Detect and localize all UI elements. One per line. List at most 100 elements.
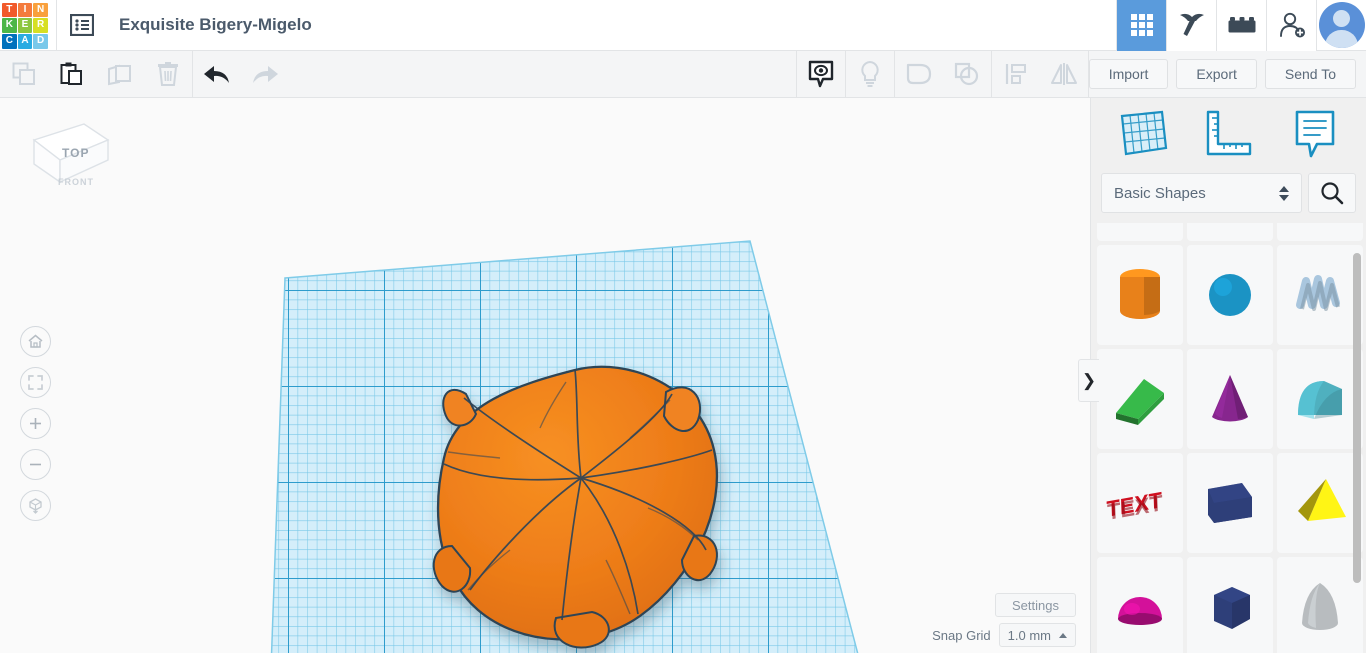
settings-button[interactable]: Settings: [995, 593, 1076, 617]
user-avatar-button[interactable]: [1316, 0, 1366, 51]
box-shape[interactable]: [1187, 453, 1273, 553]
pyramid-shape-glyph: [1284, 467, 1356, 539]
sphere-shape-glyph: [1194, 259, 1266, 331]
roof-shape-glyph: [1104, 363, 1176, 435]
shape-category-label: Basic Shapes: [1114, 185, 1206, 202]
snap-grid-value: 1.0 mm: [1008, 628, 1051, 643]
mirror-button[interactable]: [1040, 51, 1088, 98]
snap-grid-row: Snap Grid 1.0 mm: [932, 623, 1076, 647]
text-shape-glyph: TEXT TEXT: [1104, 467, 1176, 539]
shape-category-row: Basic Shapes: [1091, 170, 1366, 216]
lightbulb-icon: [857, 59, 883, 89]
copy-button[interactable]: [0, 51, 48, 98]
cylinder-shape[interactable]: [1097, 245, 1183, 345]
paraboloid-shape-glyph: [1284, 571, 1356, 643]
mirror-flip-icon: [1049, 61, 1079, 87]
light-button[interactable]: [846, 51, 894, 98]
view-tools: [797, 51, 1088, 98]
logo-letter-e: E: [18, 18, 33, 33]
file-actions: Import Export Send To: [1089, 59, 1366, 89]
chevron-updown-icon: [1279, 186, 1289, 201]
cone-shape-glyph: [1194, 363, 1266, 435]
workplane-grid-icon: [1114, 108, 1170, 160]
half-sphere-shape[interactable]: [1097, 557, 1183, 653]
minecraft-button[interactable]: [1166, 0, 1216, 51]
roof-shape[interactable]: [1097, 349, 1183, 449]
zoom-out-button[interactable]: [20, 449, 51, 480]
collapse-panel-button[interactable]: ❯: [1078, 359, 1099, 402]
cylinder-shape-glyph: [1104, 259, 1176, 331]
paraboloid-shape[interactable]: [1277, 557, 1363, 653]
home-view-button[interactable]: [20, 326, 51, 357]
shapes-scroll-area[interactable]: TEXT TEXT: [1091, 223, 1366, 653]
ungroup-shapes-icon: [953, 61, 981, 87]
delete-button[interactable]: [144, 51, 192, 98]
cone-shape[interactable]: [1187, 349, 1273, 449]
dish-gray-shape[interactable]: [1187, 223, 1273, 241]
wedge-gray-shape[interactable]: [1097, 223, 1183, 241]
box-shape-glyph: [1194, 467, 1266, 539]
notes-tool[interactable]: [1284, 103, 1346, 165]
shapes-scrollbar[interactable]: [1353, 253, 1361, 583]
ungroup-button[interactable]: [943, 51, 991, 98]
half-sphere-shape-glyph: [1104, 571, 1176, 643]
trash-icon: [156, 61, 180, 87]
logo-letter-a: A: [18, 34, 33, 49]
redo-arrow-icon: [249, 61, 281, 87]
export-button[interactable]: Export: [1176, 59, 1256, 89]
tinkercad-logo[interactable]: TINKERCAD: [2, 3, 48, 49]
redo-button[interactable]: [241, 51, 289, 98]
page-title: Exquisite Bigery-Migelo: [119, 15, 312, 35]
view-cube-top-label: TOP: [62, 146, 89, 160]
align-icon: [1003, 61, 1029, 87]
send-to-button[interactable]: Send To: [1265, 59, 1356, 89]
grid-icon: [1129, 12, 1155, 38]
pyramid-shape[interactable]: [1277, 453, 1363, 553]
paste-button[interactable]: [48, 51, 96, 98]
show-hide-button[interactable]: [797, 51, 845, 98]
gallery-grid-button[interactable]: [1116, 0, 1166, 51]
view-navigation-controls: [20, 326, 51, 521]
cube-arrow-icon: [27, 497, 44, 514]
group-shapes-icon: [905, 61, 933, 87]
wedge-gray-shape-glyph: [1104, 223, 1176, 227]
shape-search-button[interactable]: [1308, 173, 1356, 213]
logo-letter-r: R: [33, 18, 48, 33]
red-wedge-shape-glyph: [1284, 223, 1356, 227]
polygon-shape[interactable]: [1187, 557, 1273, 653]
scribble-shape-glyph: [1284, 259, 1356, 331]
sphere-shape[interactable]: [1187, 245, 1273, 345]
shapes-grid: TEXT TEXT: [1091, 223, 1366, 653]
text-shape[interactable]: TEXT TEXT: [1097, 453, 1183, 553]
panel-tool-tabs: [1091, 98, 1366, 170]
half-cylinder-shape[interactable]: [1277, 349, 1363, 449]
scribble-shape[interactable]: [1277, 245, 1363, 345]
red-wedge-shape[interactable]: [1277, 223, 1363, 241]
duplicate-button[interactable]: [96, 51, 144, 98]
workplane-tool[interactable]: [1111, 103, 1173, 165]
duplicate-icon: [107, 61, 133, 87]
blocks-button[interactable]: [1216, 0, 1266, 51]
snap-grid-select[interactable]: 1.0 mm: [999, 623, 1076, 647]
edit-toolbar: Import Export Send To: [0, 51, 1366, 98]
design-canvas[interactable]: workplane: [0, 98, 1090, 653]
group-button[interactable]: [895, 51, 943, 98]
view-cube[interactable]: TOP FRONT: [22, 112, 112, 202]
zoom-in-button[interactable]: [20, 408, 51, 439]
project-menu-button[interactable]: [57, 0, 107, 51]
ortho-perspective-button[interactable]: [20, 490, 51, 521]
logo-letter-d: D: [33, 34, 48, 49]
align-button[interactable]: [992, 51, 1040, 98]
shape-category-select[interactable]: Basic Shapes: [1101, 173, 1302, 213]
invite-button[interactable]: [1266, 0, 1316, 51]
ruler-tool[interactable]: [1197, 103, 1259, 165]
caret-up-icon: [1059, 633, 1067, 638]
ruler-icon: [1200, 108, 1256, 160]
home-icon: [27, 333, 44, 350]
undo-button[interactable]: [193, 51, 241, 98]
import-button[interactable]: Import: [1089, 59, 1169, 89]
canvas-bottom-controls: Settings Snap Grid 1.0 mm: [932, 593, 1076, 647]
eye-tooltip-icon: [807, 59, 835, 89]
fit-to-view-button[interactable]: [20, 367, 51, 398]
avatar: [1319, 2, 1365, 48]
